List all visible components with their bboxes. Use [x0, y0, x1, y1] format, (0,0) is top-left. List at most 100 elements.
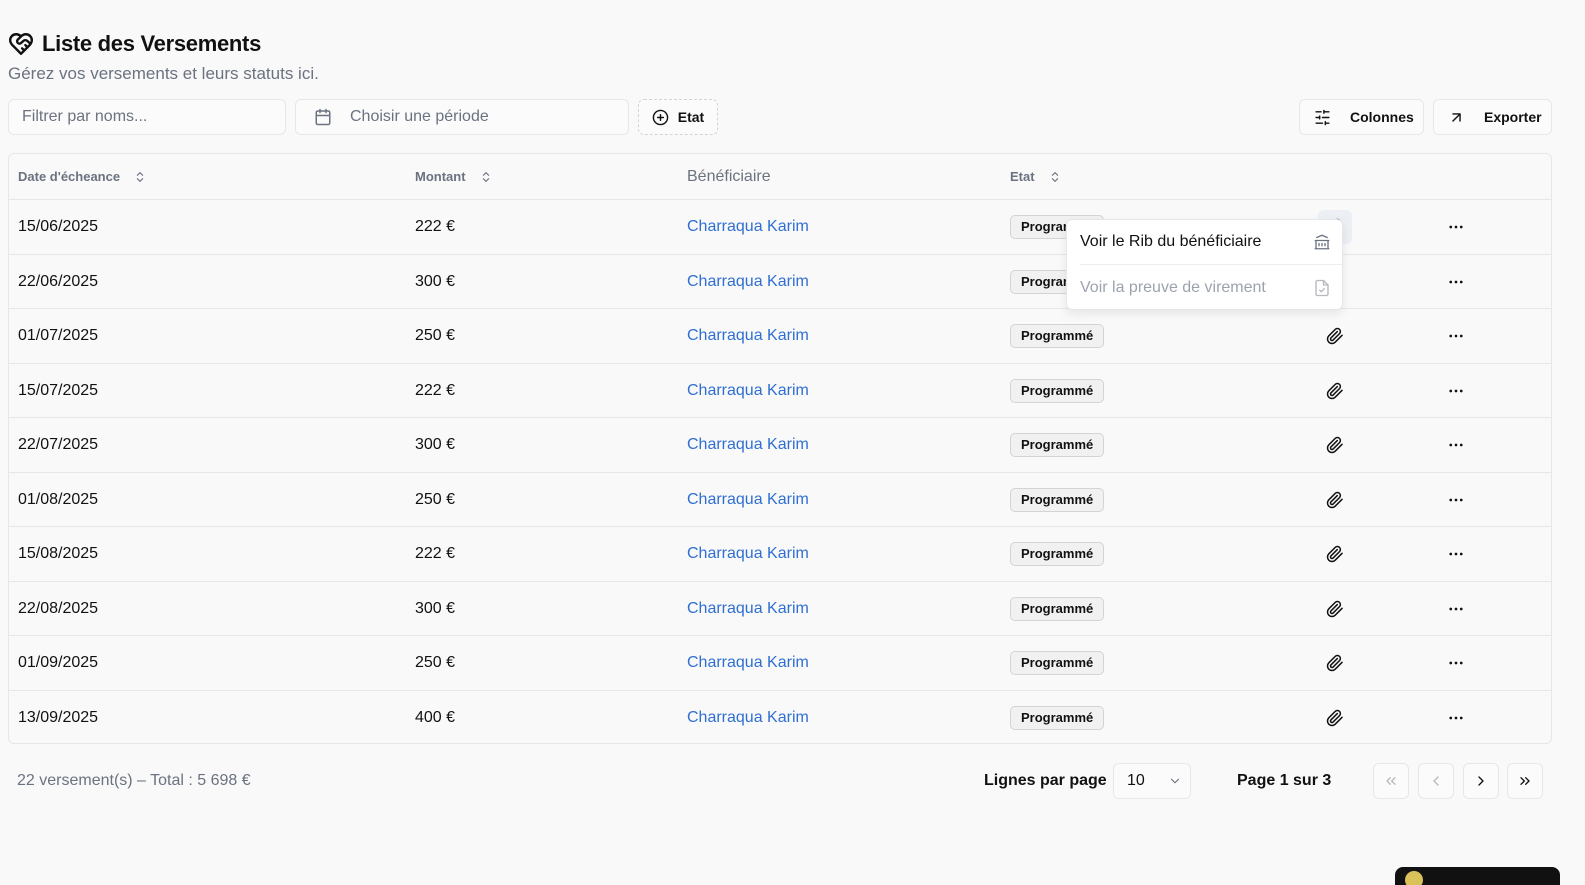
column-header-status[interactable]: Etat	[1010, 154, 1061, 199]
etat-filter-button[interactable]: Etat	[638, 99, 718, 135]
menu-item-view-rib-label: Voir le Rib du bénéficiaire	[1080, 233, 1262, 250]
beneficiary-link[interactable]: Charraqua Karim	[687, 582, 809, 636]
cell-status: Programmé	[1010, 473, 1105, 527]
cell-date: 22/07/2025	[18, 436, 99, 453]
row-actions-button[interactable]	[1444, 636, 1468, 690]
table-row: 01/08/2025 250 € Charraqua Karim Program…	[9, 473, 1551, 527]
beneficiary-link[interactable]: Charraqua Karim	[687, 473, 809, 527]
cell-amount: 300 €	[415, 272, 456, 290]
menu-item-view-proof[interactable]: Voir la preuve de virement	[1067, 266, 1344, 310]
chevron-right-icon	[1478, 776, 1484, 786]
name-filter-input[interactable]: Filtrer par noms...	[8, 99, 286, 135]
attachment-button[interactable]	[1318, 483, 1352, 517]
cell-date: 01/07/2025	[18, 327, 99, 344]
sort-icon	[136, 171, 144, 182]
beneficiary-link[interactable]: Charraqua Karim	[687, 691, 809, 745]
paperclip-icon	[1326, 709, 1343, 726]
chevron-down-icon	[1170, 778, 1179, 784]
attachment-button[interactable]	[1318, 646, 1352, 680]
status-badge: Programmé	[1010, 596, 1105, 621]
last-page-button[interactable]	[1507, 763, 1543, 799]
row-actions-button[interactable]	[1444, 691, 1468, 745]
page: Liste des Versements Gérez vos versement…	[8, 30, 1568, 799]
cell-status: Programmé	[1010, 527, 1105, 581]
cell-amount: 222 €	[415, 545, 456, 562]
first-page-button[interactable]	[1373, 763, 1409, 799]
table-row: 15/07/2025 222 € Charraqua Karim Program…	[9, 364, 1551, 418]
cell-date: 15/08/2025	[18, 545, 99, 562]
column-label-date: Date d'écheance	[18, 169, 121, 184]
chevrons-left-icon	[1386, 777, 1396, 785]
period-picker[interactable]: Choisir une période	[295, 99, 629, 135]
cell-amount: 222 €	[415, 218, 456, 235]
sliders-icon	[1315, 109, 1330, 125]
export-button[interactable]: Exporter	[1433, 99, 1552, 135]
beneficiary-link[interactable]: Charraqua Karim	[687, 418, 809, 472]
status-badge: Programmé	[1010, 651, 1105, 675]
period-placeholder: Choisir une période	[350, 108, 489, 125]
cell-amount: 300 €	[415, 436, 456, 453]
cell-amount: 250 €	[415, 654, 456, 671]
menu-item-view-rib[interactable]: Voir le Rib du bénéficiaire	[1067, 220, 1344, 264]
widget-avatar	[1405, 871, 1423, 885]
rows-per-page-select[interactable]: 10	[1113, 763, 1191, 799]
attachment-button[interactable]	[1318, 428, 1352, 462]
status-badge: Programmé	[1010, 324, 1105, 348]
attachment-button[interactable]	[1318, 374, 1352, 408]
column-label-amount: Montant	[415, 169, 466, 184]
paperclip-icon	[1326, 436, 1343, 454]
row-actions-button[interactable]	[1444, 309, 1468, 363]
beneficiary-link[interactable]: Charraqua Karim	[687, 309, 809, 363]
cell-date: 22/08/2025	[18, 599, 99, 617]
attachment-button[interactable]	[1318, 592, 1352, 626]
beneficiary-link[interactable]: Charraqua Karim	[687, 200, 809, 254]
more-horizontal-icon	[1449, 389, 1463, 392]
row-actions-button[interactable]	[1444, 364, 1468, 418]
sort-icon	[1051, 171, 1058, 182]
cell-amount: 400 €	[415, 708, 456, 726]
column-header-amount[interactable]: Montant	[415, 154, 492, 199]
more-horizontal-icon	[1449, 552, 1463, 556]
beneficiary-link[interactable]: Charraqua Karim	[687, 527, 809, 581]
beneficiary-link[interactable]: Charraqua Karim	[687, 364, 809, 418]
columns-button[interactable]: Colonnes	[1299, 99, 1424, 135]
rows-per-page-label: Lignes par page	[984, 772, 1107, 789]
beneficiary-link[interactable]: Charraqua Karim	[687, 636, 809, 690]
cell-attachment	[1318, 527, 1352, 581]
paperclip-icon	[1326, 382, 1343, 399]
page-indicator: Page 1 sur 3	[1237, 772, 1332, 789]
arrow-up-right-icon	[1452, 112, 1461, 122]
cell-amount: 250 €	[415, 327, 456, 344]
attachment-button[interactable]	[1318, 537, 1352, 571]
beneficiary-link[interactable]: Charraqua Karim	[687, 255, 809, 309]
payments-count-total: 22 versement(s) – Total : 5 698 €	[17, 772, 251, 789]
row-actions-button[interactable]	[1444, 473, 1468, 527]
next-page-button[interactable]	[1463, 763, 1499, 799]
cell-status: Programmé	[1010, 582, 1105, 636]
table-footer: 22 versement(s) – Total : 5 698 € Lignes…	[8, 763, 1568, 799]
column-header-date[interactable]: Date d'écheance	[18, 154, 146, 199]
cell-date: 01/08/2025	[18, 490, 99, 508]
row-actions-button[interactable]	[1444, 418, 1468, 472]
paperclip-icon	[1326, 491, 1343, 508]
rows-per-page-value: 10	[1127, 772, 1145, 789]
row-actions-button[interactable]	[1444, 527, 1468, 581]
previous-page-button[interactable]	[1418, 763, 1454, 799]
row-actions-button[interactable]	[1444, 200, 1468, 254]
row-actions-button[interactable]	[1444, 582, 1468, 636]
columns-label: Colonnes	[1350, 109, 1414, 125]
export-label: Exporter	[1484, 109, 1542, 125]
menu-item-view-proof-label: Voir la preuve de virement	[1080, 279, 1266, 296]
attachment-dropdown-menu: Voir le Rib du bénéficiaire Voir la preu…	[1066, 219, 1343, 310]
cell-date: 13/09/2025	[18, 708, 99, 726]
more-horizontal-icon	[1449, 498, 1463, 501]
corner-widget[interactable]	[1395, 867, 1560, 885]
attachment-button[interactable]	[1318, 319, 1352, 353]
cell-status: Programmé	[1010, 418, 1105, 472]
cell-date: 01/09/2025	[18, 654, 99, 671]
column-label-beneficiary: Bénéficiaire	[687, 167, 771, 185]
row-actions-button[interactable]	[1444, 255, 1468, 309]
table-row: 01/07/2025 250 € Charraqua Karim Program…	[9, 309, 1551, 364]
plus-circle-icon	[652, 109, 669, 125]
attachment-button[interactable]	[1318, 701, 1352, 735]
